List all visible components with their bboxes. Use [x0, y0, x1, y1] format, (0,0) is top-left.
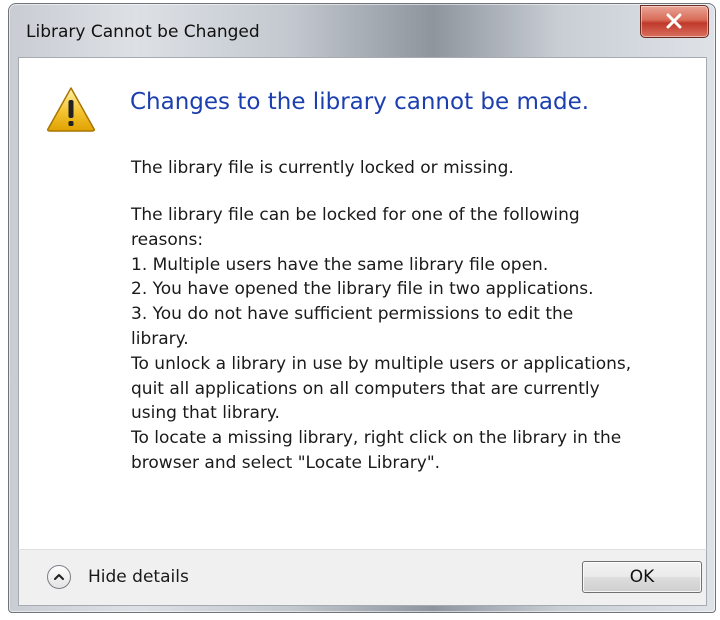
title-bar[interactable]: Library Cannot be Changed: [9, 4, 715, 57]
details-line: library.: [131, 328, 189, 349]
dialog-window: Library Cannot be Changed Changes to the…: [8, 3, 716, 613]
hide-details-label[interactable]: Hide details: [88, 567, 189, 587]
details-line: 3. You do not have sufficient permission…: [131, 304, 574, 325]
details-line: quit all applications on all computers t…: [131, 378, 600, 399]
content-text: The library file is currently locked or …: [131, 158, 514, 178]
chevron-up-icon[interactable]: [47, 565, 71, 589]
expanded-details: The library file can be locked for one o…: [131, 203, 701, 476]
close-button[interactable]: [640, 5, 709, 38]
chevron-glyph: [54, 574, 64, 580]
window-title: Library Cannot be Changed: [26, 22, 260, 42]
details-line: reasons:: [131, 229, 204, 250]
details-line: The library file can be locked for one o…: [131, 205, 580, 225]
details-line: 1. Multiple users have the same library …: [131, 254, 549, 275]
hide-details-toggle[interactable]: Hide details: [47, 564, 189, 590]
close-icon: [666, 13, 682, 29]
main-instruction: Changes to the library cannot be made.: [130, 89, 590, 115]
dialog-footer: Hide details OK: [18, 549, 707, 606]
details-line: To locate a missing library, right click…: [131, 428, 622, 449]
details-line: To unlock a library in use by multiple u…: [131, 353, 632, 374]
details-line: browser and select "Locate Library".: [131, 452, 441, 473]
warning-icon: [47, 87, 95, 132]
ok-button[interactable]: OK: [582, 561, 702, 593]
details-line: using that library.: [131, 403, 280, 424]
details-line: 2. You have opened the library file in t…: [131, 279, 594, 300]
dialog-content: Changes to the library cannot be made. T…: [18, 57, 707, 551]
